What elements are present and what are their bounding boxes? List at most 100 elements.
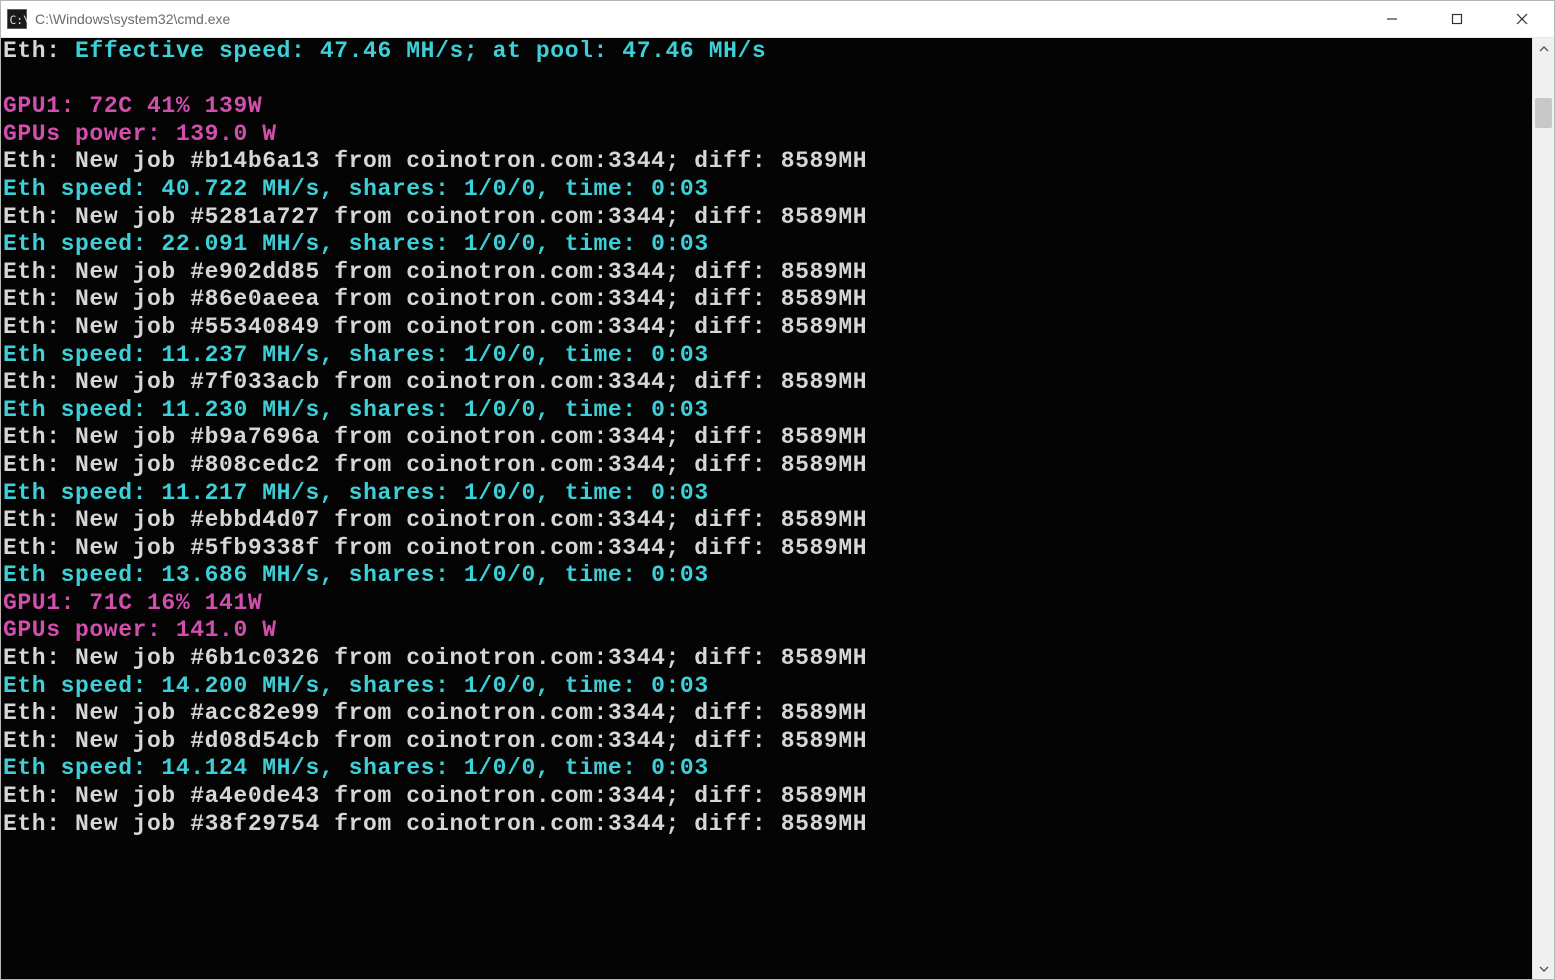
terminal-line: Eth: New job #ebbd4d07 from coinotron.co… [3,507,1530,535]
line-text: New job #6b1c0326 from coinotron.com:334… [61,645,868,671]
line-label: Eth: [3,204,61,230]
line-text: 11.230 MH/s, shares: 1/0/0, time: 0:03 [147,397,709,423]
svg-text:C:\: C:\ [10,14,28,27]
terminal-line: GPUs power: 139.0 W [3,121,1530,149]
terminal-line: Eth: New job #b9a7696a from coinotron.co… [3,424,1530,452]
line-text: Effective speed: 47.46 MH/s; at pool: 47… [61,38,767,64]
terminal-line: Eth: New job #e902dd85 from coinotron.co… [3,259,1530,287]
line-label: Eth: [3,314,61,340]
cmd-window: C:\ C:\Windows\system32\cmd.exe Eth: Eff… [0,0,1555,980]
line-label: Eth: [3,38,61,64]
line-text: 14.124 MH/s, shares: 1/0/0, time: 0:03 [147,755,709,781]
terminal-line: Eth: New job #d08d54cb from coinotron.co… [3,728,1530,756]
line-label: Eth: [3,728,61,754]
terminal-line: Eth speed: 22.091 MH/s, shares: 1/0/0, t… [3,231,1530,259]
line-label: Eth: [3,369,61,395]
line-text: New job #808cedc2 from coinotron.com:334… [61,452,868,478]
terminal-line: Eth: New job #38f29754 from coinotron.co… [3,811,1530,839]
terminal-line: Eth: New job #7f033acb from coinotron.co… [3,369,1530,397]
terminal-output[interactable]: Eth: Effective speed: 47.46 MH/s; at poo… [1,38,1532,979]
window-title: C:\Windows\system32\cmd.exe [35,11,1359,27]
line-label: Eth: [3,700,61,726]
terminal-line: Eth speed: 11.230 MH/s, shares: 1/0/0, t… [3,397,1530,425]
line-text: 71C 16% 141W [75,590,262,616]
line-text: New job #b14b6a13 from coinotron.com:334… [61,148,868,174]
line-text: 13.686 MH/s, shares: 1/0/0, time: 0:03 [147,562,709,588]
terminal-line: Eth: Effective speed: 47.46 MH/s; at poo… [3,38,1530,66]
minimize-button[interactable] [1359,1,1424,37]
terminal-line: Eth: New job #86e0aeea from coinotron.co… [3,286,1530,314]
line-text: 40.722 MH/s, shares: 1/0/0, time: 0:03 [147,176,709,202]
terminal-line [3,66,1530,94]
line-label: Eth: [3,452,61,478]
line-text: 11.217 MH/s, shares: 1/0/0, time: 0:03 [147,480,709,506]
titlebar[interactable]: C:\ C:\Windows\system32\cmd.exe [1,1,1554,38]
line-text: 11.237 MH/s, shares: 1/0/0, time: 0:03 [147,342,709,368]
line-label: Eth: [3,424,61,450]
line-label: Eth: [3,507,61,533]
line-text: 139.0 W [161,121,276,147]
line-label: GPUs power: [3,617,161,643]
scroll-up-button[interactable] [1533,38,1554,59]
line-label: GPU1: [3,590,75,616]
terminal-line: Eth: New job #a4e0de43 from coinotron.co… [3,783,1530,811]
terminal-line: Eth speed: 11.217 MH/s, shares: 1/0/0, t… [3,480,1530,508]
terminal-line: Eth speed: 11.237 MH/s, shares: 1/0/0, t… [3,342,1530,370]
line-label: Eth speed: [3,673,147,699]
line-text: New job #e902dd85 from coinotron.com:334… [61,259,868,285]
line-text: New job #86e0aeea from coinotron.com:334… [61,286,868,312]
terminal-line: Eth speed: 14.200 MH/s, shares: 1/0/0, t… [3,673,1530,701]
terminal-line: Eth: New job #6b1c0326 from coinotron.co… [3,645,1530,673]
terminal-line: Eth: New job #b14b6a13 from coinotron.co… [3,148,1530,176]
terminal-line: GPUs power: 141.0 W [3,617,1530,645]
terminal-line: Eth speed: 14.124 MH/s, shares: 1/0/0, t… [3,755,1530,783]
line-label: Eth speed: [3,176,147,202]
line-text: New job #5fb9338f from coinotron.com:334… [61,535,868,561]
terminal-line: Eth speed: 13.686 MH/s, shares: 1/0/0, t… [3,562,1530,590]
terminal-line: Eth: New job #acc82e99 from coinotron.co… [3,700,1530,728]
line-text: New job #38f29754 from coinotron.com:334… [61,811,868,837]
terminal-line: Eth: New job #55340849 from coinotron.co… [3,314,1530,342]
line-text: New job #5281a727 from coinotron.com:334… [61,204,868,230]
line-text: 141.0 W [161,617,276,643]
line-label: Eth speed: [3,755,147,781]
line-label: Eth: [3,286,61,312]
line-label: Eth: [3,259,61,285]
line-label: Eth speed: [3,480,147,506]
client-area: Eth: Effective speed: 47.46 MH/s; at poo… [1,38,1554,979]
close-button[interactable] [1489,1,1554,37]
terminal-line: Eth speed: 40.722 MH/s, shares: 1/0/0, t… [3,176,1530,204]
line-text: 72C 41% 139W [75,93,262,119]
line-label: GPUs power: [3,121,161,147]
line-text: New job #55340849 from coinotron.com:334… [61,314,868,340]
terminal-line: Eth: New job #808cedc2 from coinotron.co… [3,452,1530,480]
line-text: New job #d08d54cb from coinotron.com:334… [61,728,868,754]
terminal-line: Eth: New job #5fb9338f from coinotron.co… [3,535,1530,563]
line-text: New job #b9a7696a from coinotron.com:334… [61,424,868,450]
line-text: 22.091 MH/s, shares: 1/0/0, time: 0:03 [147,231,709,257]
line-text: New job #ebbd4d07 from coinotron.com:334… [61,507,868,533]
line-label: Eth: [3,783,61,809]
scroll-down-button[interactable] [1533,958,1554,979]
line-label: Eth speed: [3,342,147,368]
vertical-scrollbar[interactable] [1532,38,1554,979]
line-label: Eth speed: [3,231,147,257]
terminal-line: Eth: New job #5281a727 from coinotron.co… [3,204,1530,232]
line-label: Eth: [3,148,61,174]
line-label: Eth: [3,811,61,837]
scrollbar-thumb[interactable] [1535,98,1552,128]
line-label: Eth speed: [3,562,147,588]
maximize-button[interactable] [1424,1,1489,37]
line-text: New job #7f033acb from coinotron.com:334… [61,369,868,395]
window-buttons [1359,1,1554,37]
terminal-line: GPU1: 72C 41% 139W [3,93,1530,121]
line-text: New job #acc82e99 from coinotron.com:334… [61,700,868,726]
line-label: GPU1: [3,93,75,119]
line-label: Eth speed: [3,397,147,423]
line-text: 14.200 MH/s, shares: 1/0/0, time: 0:03 [147,673,709,699]
line-label: Eth: [3,645,61,671]
terminal-line: GPU1: 71C 16% 141W [3,590,1530,618]
line-text: New job #a4e0de43 from coinotron.com:334… [61,783,868,809]
line-label: Eth: [3,535,61,561]
cmd-icon: C:\ [7,9,27,29]
